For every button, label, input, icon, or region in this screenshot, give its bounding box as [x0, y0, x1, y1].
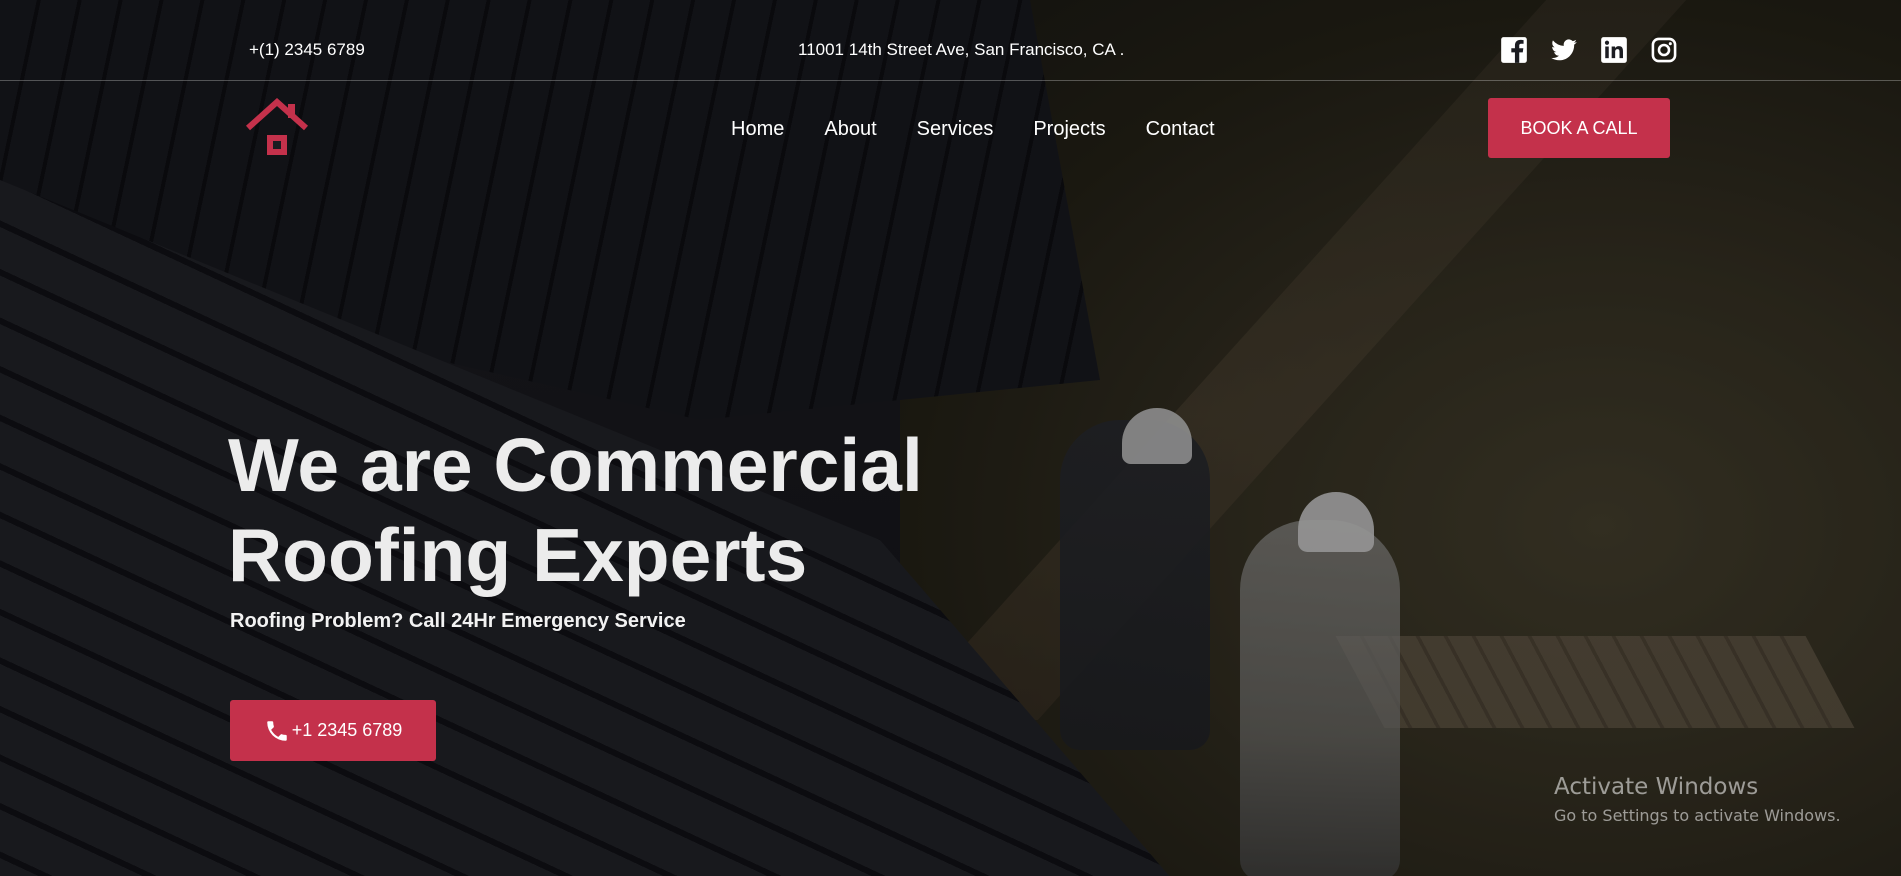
call-button-label: +1 2345 6789 [291, 720, 403, 740]
top-info-bar: +(1) 2345 6789 11001 14th Street Ave, Sa… [0, 0, 1901, 81]
facebook-icon[interactable] [1500, 36, 1528, 64]
phone-icon [266, 720, 287, 741]
nav-about[interactable]: About [824, 118, 876, 141]
call-phone-button[interactable]: +1 2345 6789 [230, 700, 436, 761]
nav-projects[interactable]: Projects [1033, 118, 1105, 141]
nav-home[interactable]: Home [731, 118, 784, 141]
windows-activation-watermark: Activate Windows Go to Settings to activ… [1554, 774, 1841, 825]
topbar-address: 11001 14th Street Ave, San Francisco, CA… [798, 40, 1125, 59]
book-a-call-button[interactable]: BOOK A CALL [1488, 98, 1670, 158]
watermark-subtitle: Go to Settings to activate Windows. [1554, 806, 1841, 825]
house-logo-icon[interactable] [244, 98, 310, 158]
nav-contact[interactable]: Contact [1146, 118, 1215, 141]
twitter-icon[interactable] [1550, 36, 1578, 64]
hero-headline-line2: Roofing Experts [228, 513, 808, 597]
hero-subheadline: Roofing Problem? Call 24Hr Emergency Ser… [230, 610, 686, 632]
linkedin-icon[interactable] [1600, 36, 1628, 64]
nav-services[interactable]: Services [917, 118, 994, 141]
hero-headline-line1: We are Commercial [228, 423, 923, 507]
topbar-phone[interactable]: +(1) 2345 6789 [249, 40, 365, 60]
instagram-icon[interactable] [1650, 36, 1678, 64]
hero-headline: We are Commercial Roofing Experts [228, 420, 1028, 600]
watermark-title: Activate Windows [1554, 774, 1759, 800]
main-nav: Home About Services Projects Contact [731, 118, 1215, 141]
social-links [1500, 36, 1678, 64]
